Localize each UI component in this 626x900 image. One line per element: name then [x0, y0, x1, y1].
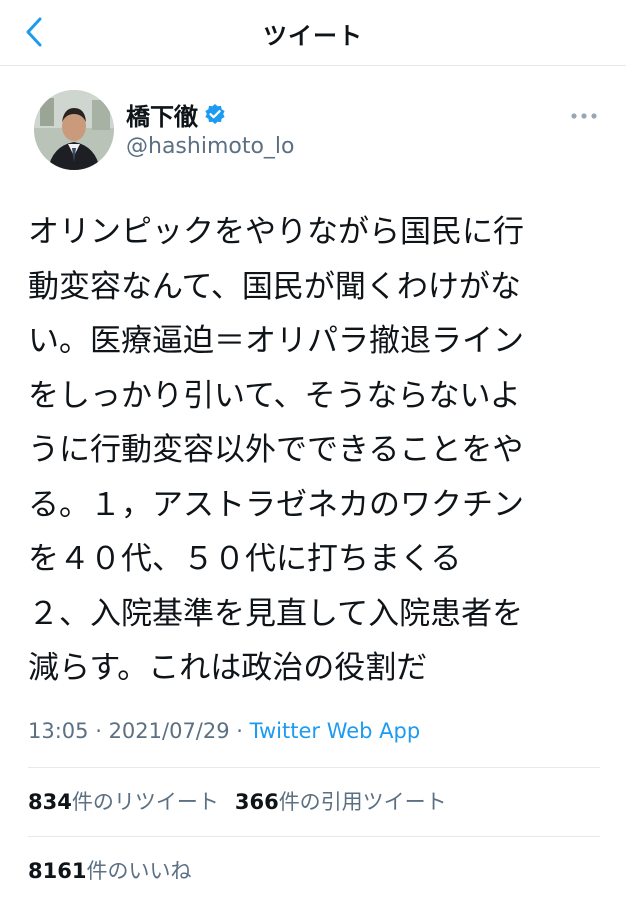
tweet-time[interactable]: 13:05 [28, 719, 89, 743]
tweet-line: 動変容なんて、国民が聞くわけがな [28, 268, 521, 305]
page-title: ツイート [263, 21, 363, 50]
divider [28, 836, 600, 837]
like-label: 件のいいね [86, 859, 192, 883]
user-handle[interactable]: @hashimoto_lo [126, 134, 295, 159]
divider [28, 767, 600, 768]
tweet-line: い。医療逼迫＝オリパラ撤退ライン [28, 323, 524, 359]
retweet-stats-row: 834件のリツイート 366件の引用ツイート [28, 785, 463, 817]
verified-badge-icon [204, 103, 226, 125]
top-bar: ツイート [0, 0, 626, 66]
display-name[interactable]: 橋下徹 [126, 97, 198, 132]
more-options-button[interactable] [568, 104, 600, 128]
tweet-line: オリンピックをやりながら国民に行 [28, 214, 524, 250]
more-dots-icon [571, 113, 597, 119]
tweet-meta: 13:05 · 2021/07/29 · Twitter Web App [28, 716, 420, 746]
tweet-date[interactable]: 2021/07/29 [109, 719, 230, 743]
tweet-source-link[interactable]: Twitter Web App [250, 719, 421, 743]
quote-label: 件の引用ツイート [278, 790, 447, 814]
retweets-stat[interactable]: 834件のリツイート [28, 786, 219, 816]
meta-separator: · [88, 719, 109, 743]
tweet-author: 橋下徹 @hashimoto_lo [126, 97, 295, 160]
tweet-line: ２、入院基準を見直して入院患者を [28, 595, 524, 632]
tweet-line: を４０代、５０代に打ちまくる [28, 541, 462, 577]
retweet-label: 件のリツイート [71, 790, 219, 814]
like-count: 8161 [28, 859, 87, 883]
tweet-line: る。１，アストラゼネカのワクチン [28, 486, 524, 523]
tweet-line: うに行動変容以外でできることをや [28, 432, 524, 468]
avatar[interactable] [34, 90, 114, 170]
tweet-text: オリンピックをやりながら国民に行 動変容なんて、国民が聞くわけがな い。医療逼迫… [28, 205, 610, 696]
quote-tweets-stat[interactable]: 366件の引用ツイート [235, 786, 447, 816]
tweet-line: 減らす。これは政治の役割だ [28, 650, 428, 686]
tweet-line: をしっかり引いて、そうならないよ [28, 377, 521, 414]
quote-count: 366 [234, 790, 279, 814]
meta-separator: · [229, 719, 250, 743]
likes-stats-row: 8161件のいいね [28, 854, 207, 886]
retweet-count: 834 [28, 790, 72, 814]
likes-stat[interactable]: 8161件のいいね [28, 855, 191, 885]
